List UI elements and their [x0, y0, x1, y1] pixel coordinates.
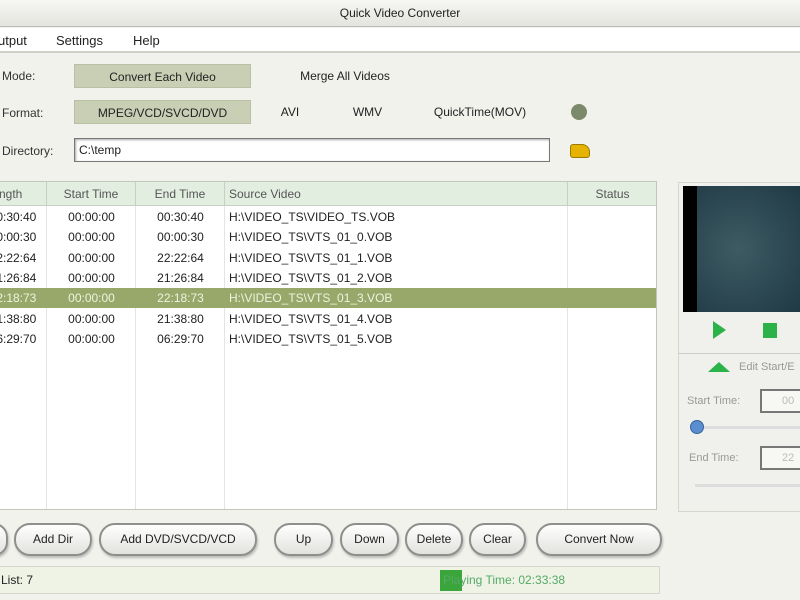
source-video-cell: H:\VIDEO_TS\VTS_01_2.VOB — [229, 270, 393, 285]
directory-label: Directory: — [2, 144, 54, 158]
up-button[interactable]: Up — [274, 523, 333, 556]
end-slider[interactable] — [695, 484, 800, 487]
table-row[interactable]: 00:30:40 00:00:00 00:30:40 H:\VIDEO_TS\VIDE… — [0, 207, 656, 227]
format-mpeg[interactable]: MPEG/VCD/SVCD/DVD — [74, 100, 251, 124]
edit-label: Edit Start/E — [739, 361, 795, 373]
video-list[interactable]: ngth Start Time End Time Source Video St… — [0, 181, 657, 510]
header-start-time[interactable]: Start Time — [47, 182, 136, 206]
play-icon[interactable] — [713, 321, 726, 339]
end-time-cell: 22:18:73 — [157, 291, 204, 306]
length-cell: 22:18:73 — [0, 291, 37, 306]
directory-input[interactable]: C:\temp — [74, 138, 550, 162]
title-bar: Quick Video Converter — [0, 0, 800, 27]
add-dvd-button[interactable]: Add DVD/SVCD/VCD — [99, 523, 257, 556]
format-label: Format: — [2, 106, 44, 120]
source-video-cell: H:\VIDEO_TS\VTS_01_1.VOB — [229, 250, 393, 265]
length-cell: 21:38:80 — [0, 311, 37, 326]
length-cell: 22:22:64 — [0, 250, 37, 265]
source-video-cell: H:\VIDEO_TS\VTS_01_5.VOB — [229, 331, 393, 346]
end-time-cell: 21:26:84 — [157, 270, 204, 285]
convert-now-button[interactable]: Convert Now — [536, 523, 662, 556]
status-bar: List: 7 Playing Time: 02:33:38 — [0, 566, 660, 594]
end-time-cell: 06:29:70 — [157, 331, 204, 346]
table-row[interactable]: 06:29:70 00:00:00 06:29:70 H:\VIDEO_TS\VTS_… — [0, 329, 656, 349]
end-time-cell: 00:30:40 — [157, 210, 204, 224]
start-time-cell: 00:00:00 — [68, 230, 115, 245]
settings-icon[interactable] — [571, 104, 587, 120]
playing-time: Playing Time: 02:33:38 — [443, 573, 566, 587]
menu-settings[interactable]: Settings — [56, 33, 103, 48]
start-time-label: Start Time: — [687, 395, 741, 407]
header-source-video[interactable]: Source Video — [225, 182, 568, 206]
mode-merge-all[interactable]: Merge All Videos — [280, 64, 410, 88]
length-cell: 06:29:70 — [0, 331, 37, 346]
start-time-cell: 00:00:00 — [68, 270, 115, 285]
delete-button[interactable]: Delete — [405, 523, 463, 556]
start-time-input[interactable]: 00 — [760, 389, 800, 413]
end-time-cell: 22:22:64 — [157, 250, 204, 265]
down-button[interactable]: Down — [340, 523, 399, 556]
menu-bar: utput Settings Help — [0, 28, 800, 53]
header-length[interactable]: ngth — [0, 182, 47, 206]
pause-icon[interactable] — [763, 323, 777, 338]
list-count: List: 7 — [1, 573, 34, 587]
mode-label: Mode: — [2, 69, 36, 83]
clear-button[interactable]: Clear — [469, 523, 526, 556]
table-row[interactable]: 22:22:64 00:00:00 22:22:64 H:\VIDEO_TS\VTS_… — [0, 248, 656, 268]
start-time-cell: 00:00:00 — [68, 250, 115, 265]
length-cell: 00:00:30 — [0, 230, 37, 245]
start-slider-handle[interactable] — [690, 420, 704, 434]
collapse-icon[interactable] — [708, 362, 730, 372]
source-video-cell: H:\VIDEO_TS\VTS_01_4.VOB — [229, 311, 393, 326]
header-end-time[interactable]: End Time — [136, 182, 225, 206]
header-status[interactable]: Status — [568, 182, 656, 206]
source-video-cell: H:\VIDEO_TS\VTS_01_3.VOB — [229, 291, 393, 306]
format-avi[interactable]: AVI — [270, 100, 310, 124]
format-wmv[interactable]: WMV — [345, 100, 390, 124]
end-time-cell: 00:00:30 — [157, 230, 204, 245]
end-time-cell: 21:38:80 — [157, 311, 204, 326]
video-preview — [683, 186, 800, 312]
table-row[interactable]: 00:00:30 00:00:00 00:00:30 H:\VIDEO_TS\VTS_… — [0, 227, 656, 247]
table-row[interactable]: 21:26:84 00:00:00 21:26:84 H:\VIDEO_TS\VTS_… — [0, 268, 656, 288]
start-time-cell: 00:00:00 — [68, 210, 115, 224]
source-video-cell: H:\VIDEO_TS\VIDEO_TS.VOB — [229, 210, 396, 224]
menu-help[interactable]: Help — [133, 33, 160, 48]
length-cell: 21:26:84 — [0, 270, 37, 285]
start-time-cell: 00:00:00 — [68, 331, 115, 346]
add-dir-button[interactable]: Add Dir — [14, 523, 92, 556]
start-time-cell: 00:00:00 — [68, 311, 115, 326]
start-time-cell: 00:00:00 — [68, 291, 115, 306]
format-mov[interactable]: QuickTime(MOV) — [420, 100, 540, 124]
table-row[interactable]: 21:38:80 00:00:00 21:38:80 H:\VIDEO_TS\VTS_… — [0, 309, 656, 329]
table-row[interactable]: 22:18:73 00:00:00 22:18:73 H:\VIDEO_TS\VTS_… — [0, 288, 656, 309]
folder-icon[interactable] — [570, 144, 590, 158]
end-time-label: End Time: — [689, 452, 739, 464]
length-cell: 00:30:40 — [0, 210, 37, 224]
end-time-input[interactable]: 22 — [760, 446, 800, 470]
add-file-button[interactable] — [0, 523, 8, 556]
source-video-cell: H:\VIDEO_TS\VTS_01_0.VOB — [229, 230, 393, 245]
menu-output[interactable]: utput — [0, 33, 27, 48]
mode-convert-each[interactable]: Convert Each Video — [74, 64, 251, 88]
